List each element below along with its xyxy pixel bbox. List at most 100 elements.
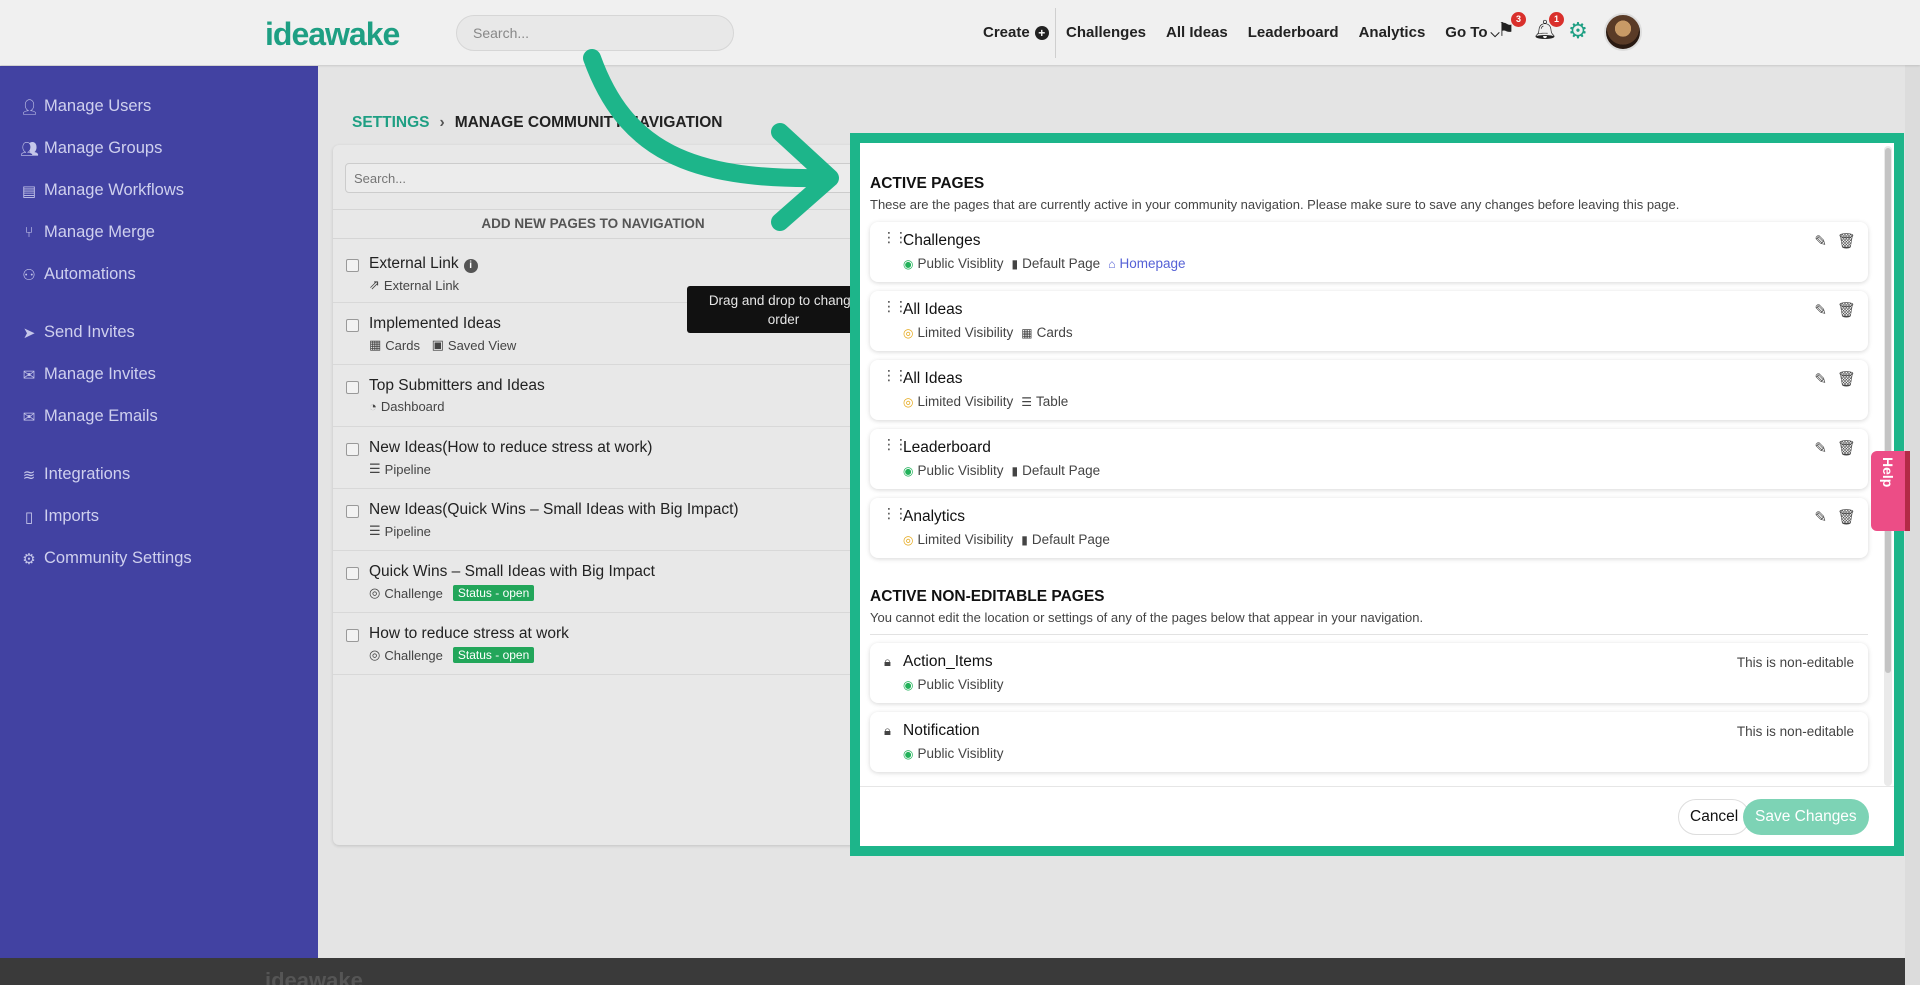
- save-changes-button[interactable]: Save Changes: [1743, 799, 1869, 835]
- sidebar-item-manage-emails[interactable]: ✉ Manage Emails: [20, 407, 158, 426]
- nav-go-to-dropdown[interactable]: Go To: [1445, 24, 1499, 41]
- page-title: Implemented Ideas: [369, 315, 501, 332]
- page-type: Saved View: [447, 337, 517, 353]
- nav-challenges[interactable]: Challenges: [1066, 24, 1146, 41]
- main-nav: Challenges All Ideas Leaderboard Analyti…: [1066, 24, 1520, 41]
- create-button[interactable]: Create +: [983, 24, 1049, 41]
- sidebar-item-manage-merge[interactable]: ⑂ Manage Merge: [20, 223, 155, 242]
- page-type: Table: [1036, 394, 1069, 409]
- page-checkbox[interactable]: [346, 567, 359, 580]
- drag-handle-icon[interactable]: ⋮⋮: [882, 299, 908, 313]
- page-title: Notification: [903, 722, 980, 739]
- users-icon: 👥︎: [20, 140, 40, 158]
- sidebar-item-manage-users[interactable]: 👤︎ Manage Users: [20, 97, 151, 116]
- noneditable-note: This is non-editable: [1736, 655, 1854, 670]
- list-icon: ☰: [1021, 394, 1033, 409]
- global-search-input[interactable]: [456, 15, 734, 51]
- drag-handle-icon[interactable]: ⋮⋮: [882, 230, 908, 244]
- list-item[interactable]: Quick Wins – Small Ideas with Big Impact…: [333, 563, 853, 613]
- page-checkbox[interactable]: [346, 443, 359, 456]
- home-icon: ⌂: [1108, 256, 1116, 271]
- sidebar-item-label: Manage Invites: [44, 365, 156, 383]
- nav-leaderboard[interactable]: Leaderboard: [1248, 24, 1339, 41]
- database-icon: ≋: [22, 466, 36, 484]
- list-item[interactable]: New Ideas(Quick Wins – Small Ideas with …: [333, 501, 853, 551]
- edit-icon[interactable]: ✎: [1814, 508, 1827, 526]
- homepage-link[interactable]: Homepage: [1119, 256, 1185, 271]
- sidebar-item-community-settings[interactable]: ⚙ Community Settings: [20, 549, 191, 568]
- page-title: External Link: [369, 255, 459, 272]
- create-label: Create: [983, 24, 1030, 41]
- noneditable-page-card: 🔒︎ Action_Items ◉ Public Visiblity This i…: [870, 643, 1868, 703]
- sidebar-item-manage-workflows[interactable]: ▤ Manage Workflows: [20, 181, 184, 200]
- active-page-card[interactable]: ⋮⋮ All Ideas ◎ Limited Visibility ☰ Table …: [870, 360, 1868, 420]
- page-title: Analytics: [903, 508, 966, 525]
- file-icon: ▮: [1011, 463, 1019, 478]
- pages-search-input[interactable]: [345, 163, 865, 193]
- list-item[interactable]: How to reduce stress at work ◎ Challenge S…: [333, 625, 853, 675]
- dashboard-icon: ◔: [369, 399, 377, 414]
- page-type: Cards: [385, 337, 420, 353]
- edit-icon[interactable]: ✎: [1814, 439, 1827, 457]
- active-page-card[interactable]: ⋮⋮ Analytics ◎ Limited Visibility ▮ Defaul…: [870, 498, 1868, 558]
- page-checkbox[interactable]: [346, 629, 359, 642]
- envelope-icon: ✉: [22, 408, 36, 426]
- page-checkbox[interactable]: [346, 381, 359, 394]
- user-icon: 👤︎: [20, 98, 40, 116]
- trash-icon[interactable]: 🗑︎: [1837, 508, 1856, 526]
- page-title: How to reduce stress at work: [369, 625, 569, 642]
- flag-icon[interactable]: ⚑ 3: [1495, 12, 1526, 42]
- active-page-card[interactable]: ⋮⋮ All Ideas ◎ Limited Visibility ▦ Cards …: [870, 291, 1868, 351]
- bell-icon[interactable]: 🔔︎ 1: [1533, 12, 1564, 42]
- active-page-card[interactable]: ⋮⋮ Leaderboard ◉ Public Visiblity ▮ Defaul…: [870, 429, 1868, 489]
- trash-icon[interactable]: 🗑︎: [1837, 370, 1856, 388]
- file-icon: ▯: [24, 508, 34, 526]
- drag-handle-icon[interactable]: ⋮⋮: [882, 437, 908, 451]
- info-icon[interactable]: i: [463, 259, 478, 273]
- scrollbar-thumb[interactable]: [1885, 148, 1891, 673]
- active-page-card[interactable]: ⋮⋮ Challenges ◉ Public Visiblity ▮ Default…: [870, 222, 1868, 282]
- trash-icon[interactable]: 🗑︎: [1837, 301, 1856, 319]
- list-item[interactable]: New Ideas(How to reduce stress at work) …: [333, 439, 853, 489]
- page-title: Action_Items: [903, 653, 993, 670]
- sidebar-item-manage-groups[interactable]: 👥︎ Manage Groups: [20, 139, 162, 158]
- drag-handle-icon[interactable]: ⋮⋮: [882, 368, 908, 382]
- edit-icon[interactable]: ✎: [1814, 232, 1827, 250]
- active-pages-description: These are the pages that are currently a…: [870, 197, 1680, 212]
- trash-icon[interactable]: 🗑︎: [1837, 232, 1856, 250]
- gear-icon[interactable]: ⚙: [1567, 20, 1589, 42]
- sidebar-item-integrations[interactable]: ≋ Integrations: [20, 465, 131, 484]
- page-type: Dashboard: [380, 399, 445, 414]
- eye-icon: ◉: [903, 463, 914, 478]
- gears-icon: ⚙: [22, 550, 36, 568]
- eye-icon: ◉: [903, 677, 914, 692]
- help-tab[interactable]: Help: [1871, 451, 1905, 531]
- target-icon: ◎: [369, 585, 381, 600]
- edit-icon[interactable]: ✎: [1814, 301, 1827, 319]
- page-checkbox[interactable]: [346, 259, 359, 272]
- cancel-button[interactable]: Cancel: [1678, 799, 1751, 835]
- sidebar-item-label: Integrations: [44, 465, 131, 483]
- page-title: New Ideas(How to reduce stress at work): [369, 439, 653, 456]
- sidebar-item-imports[interactable]: ▯ Imports: [20, 507, 99, 526]
- drag-handle-icon[interactable]: ⋮⋮: [882, 506, 908, 520]
- user-avatar[interactable]: [1604, 13, 1642, 51]
- ideawake-logo[interactable]: ideawake: [265, 16, 400, 53]
- eye-slash-icon: ◎: [903, 325, 914, 340]
- page-type: Default Page: [1031, 532, 1110, 547]
- list-item[interactable]: Top Submitters and Ideas ◔ Dashboard: [333, 377, 853, 427]
- sidebar-item-manage-invites[interactable]: ✉ Manage Invites: [20, 365, 156, 384]
- page-checkbox[interactable]: [346, 505, 359, 518]
- nav-all-ideas[interactable]: All Ideas: [1166, 24, 1228, 41]
- sidebar-item-automations[interactable]: ⚇ Automations: [20, 265, 135, 284]
- trash-icon[interactable]: 🗑︎: [1837, 439, 1856, 457]
- edit-icon[interactable]: ✎: [1814, 370, 1827, 388]
- sidebar-item-send-invites[interactable]: ➤ Send Invites: [20, 323, 135, 342]
- page-type: Challenge: [384, 585, 443, 601]
- nav-analytics[interactable]: Analytics: [1359, 24, 1426, 41]
- workflow-icon: ▤: [21, 182, 37, 200]
- breadcrumb-settings-link[interactable]: SETTINGS: [352, 114, 430, 131]
- page-checkbox[interactable]: [346, 319, 359, 332]
- sidebar-item-label: Manage Users: [44, 97, 152, 115]
- visibility-label: Public Visiblity: [917, 746, 1004, 761]
